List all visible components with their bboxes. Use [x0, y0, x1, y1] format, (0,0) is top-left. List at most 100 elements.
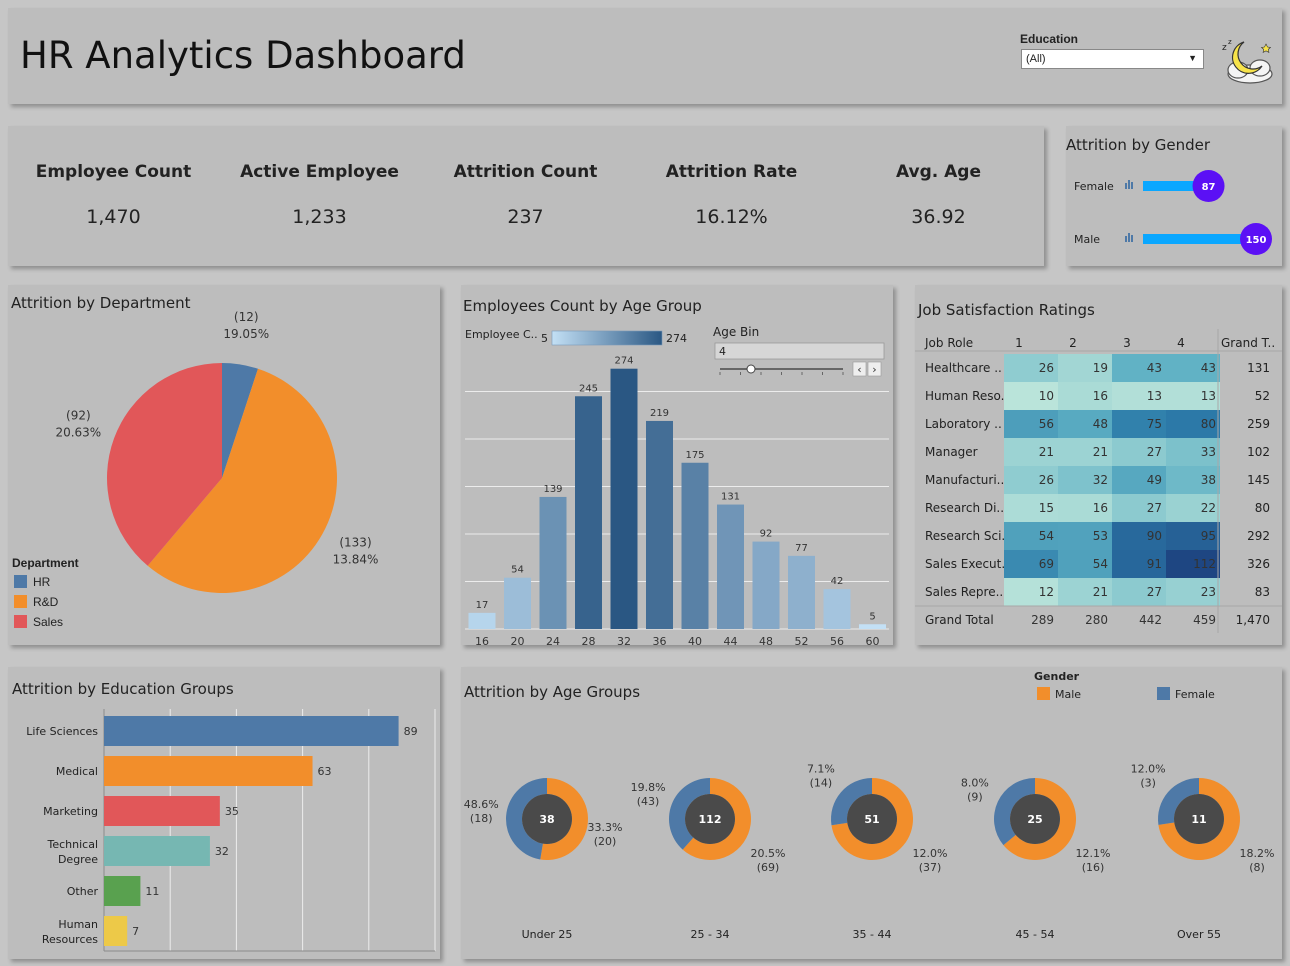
row-total: 145: [1247, 473, 1270, 487]
grand-total-overall: 1,470: [1236, 613, 1270, 627]
column-header: 3: [1123, 336, 1131, 350]
kpi-label: Attrition Rate: [665, 162, 798, 182]
donut-total-label: 51: [864, 813, 879, 826]
bar-label: Male: [1074, 233, 1100, 246]
kpi-label: Avg. Age: [895, 162, 982, 182]
data-label: 54: [511, 565, 524, 576]
age-attrition-donut-charts: Gender Male Female 38 48.6%(18) 33.3%(20) Unde…: [464, 670, 1275, 941]
cell-value: 33: [1201, 445, 1216, 459]
bar-chart-icon: [1128, 180, 1130, 189]
svg-text:z: z: [1222, 43, 1227, 53]
legend-title: Gender: [1034, 670, 1080, 683]
cell-value: 23: [1201, 585, 1216, 599]
female-pct-label: 7.1%: [807, 763, 835, 776]
grand-total-value: 280: [1085, 613, 1108, 627]
slice-pct-label: 19.05%: [223, 327, 269, 341]
chevron-down-icon[interactable]: ▼: [1188, 53, 1197, 63]
kpi-label: Employee Count: [35, 162, 192, 182]
kpi-value: 1,470: [86, 206, 141, 228]
x-tick-label: 48: [759, 635, 773, 645]
column-header: 1: [1015, 336, 1023, 350]
category-label: Life Sciences: [26, 725, 98, 738]
department-pie-chart: (12) 19.05% (133) 13.84% (92) 20.63%: [55, 310, 379, 593]
category-label: Marketing: [43, 805, 98, 818]
legend-swatch: [14, 595, 27, 608]
column-header: 2: [1069, 336, 1077, 350]
row-total: 292: [1247, 529, 1270, 543]
row-total: 52: [1255, 389, 1270, 403]
male-pct-label: 18.2%: [1240, 847, 1275, 860]
education-filter-label: Education: [1020, 32, 1079, 46]
x-tick-label: 28: [582, 635, 596, 645]
age-attrition-panel: Attrition by Age Groups Gender Male Female…: [461, 667, 1282, 959]
cell-value: 32: [1093, 473, 1108, 487]
male-pct-label: 12.1%: [1076, 847, 1111, 860]
column-header: 4: [1177, 336, 1185, 350]
legend-label: R&D: [33, 595, 59, 609]
donut-total-label: 112: [699, 813, 722, 826]
data-label: 219: [650, 408, 669, 419]
legend-item-rnd[interactable]: R&D: [14, 595, 58, 609]
age-bin-input: [714, 342, 885, 360]
row-total: 83: [1255, 585, 1270, 599]
slice-value-label: (12): [234, 310, 259, 324]
education-filter-select[interactable]: (All) ▼: [1021, 49, 1204, 69]
cell-value: 15: [1039, 501, 1054, 515]
cell-value: 95: [1201, 529, 1216, 543]
category-label: Degree: [58, 853, 98, 866]
legend-title: Department: [12, 556, 79, 570]
male-count-label: (20): [594, 835, 617, 848]
category-label: Resources: [42, 933, 98, 946]
slice-pct-label: 13.84%: [333, 553, 379, 567]
cell-value: 53: [1093, 529, 1108, 543]
row-total: 131: [1247, 361, 1270, 375]
cell-value: 80: [1201, 417, 1216, 431]
legend-label: HR: [33, 575, 51, 589]
bar-age-20: [504, 577, 531, 629]
cell-value: 21: [1039, 445, 1054, 459]
gender-bar: [1143, 234, 1256, 244]
slider-handle: [746, 364, 756, 374]
legend-item-sales[interactable]: Sales: [14, 615, 63, 629]
cell-value: 27: [1147, 501, 1162, 515]
education-bar: [104, 796, 220, 826]
data-label: 11: [145, 885, 159, 898]
age-bin-value: 4: [719, 345, 726, 358]
kpi-label: Attrition Count: [453, 162, 598, 182]
male-pct-label: 12.0%: [913, 847, 948, 860]
x-tick-label: 24: [546, 635, 560, 645]
age-group-label: Over 55: [1177, 928, 1221, 941]
x-tick-label: 20: [511, 635, 525, 645]
data-label: 5: [869, 611, 875, 622]
job-satisfaction-heatmap: Job Role 1 2 3 4 Grand T..Healthcare .. 26 19 43…: [915, 329, 1282, 633]
row-label: Sales Repre..: [925, 585, 1003, 599]
cell-value: 43: [1201, 361, 1216, 375]
row-header-label: Job Role: [924, 336, 973, 350]
data-label: 92: [760, 529, 773, 540]
bar-chart-icon: [1128, 233, 1130, 242]
cell-value: 48: [1093, 417, 1108, 431]
legend-swatch: [14, 575, 27, 588]
page-title: HR Analytics Dashboard: [20, 34, 466, 77]
color-legend-gradient: [551, 330, 663, 346]
data-label: 131: [721, 492, 740, 503]
cell-value: 38: [1201, 473, 1216, 487]
female-pct-label: 8.0%: [961, 777, 989, 790]
slice-value-label: (92): [66, 408, 91, 422]
data-label: 87: [1202, 182, 1216, 193]
kpi-value: 237: [507, 206, 544, 228]
category-label: Human: [58, 918, 98, 931]
bar-age-44: [717, 504, 744, 629]
bar-chart-icon: [1125, 183, 1127, 189]
female-count-label: (18): [470, 812, 493, 825]
slider-label: Age Bin: [713, 325, 759, 339]
legend-item-hr[interactable]: HR: [14, 575, 50, 589]
bar-age-36: [646, 420, 673, 629]
bar-age-52: [788, 555, 815, 629]
legend-swatch: [1037, 687, 1050, 700]
row-total: 326: [1247, 557, 1270, 571]
cell-value: 19: [1093, 361, 1108, 375]
cell-value: 22: [1201, 501, 1216, 515]
male-pct-label: 33.3%: [588, 821, 623, 834]
cell-value: 13: [1201, 389, 1216, 403]
